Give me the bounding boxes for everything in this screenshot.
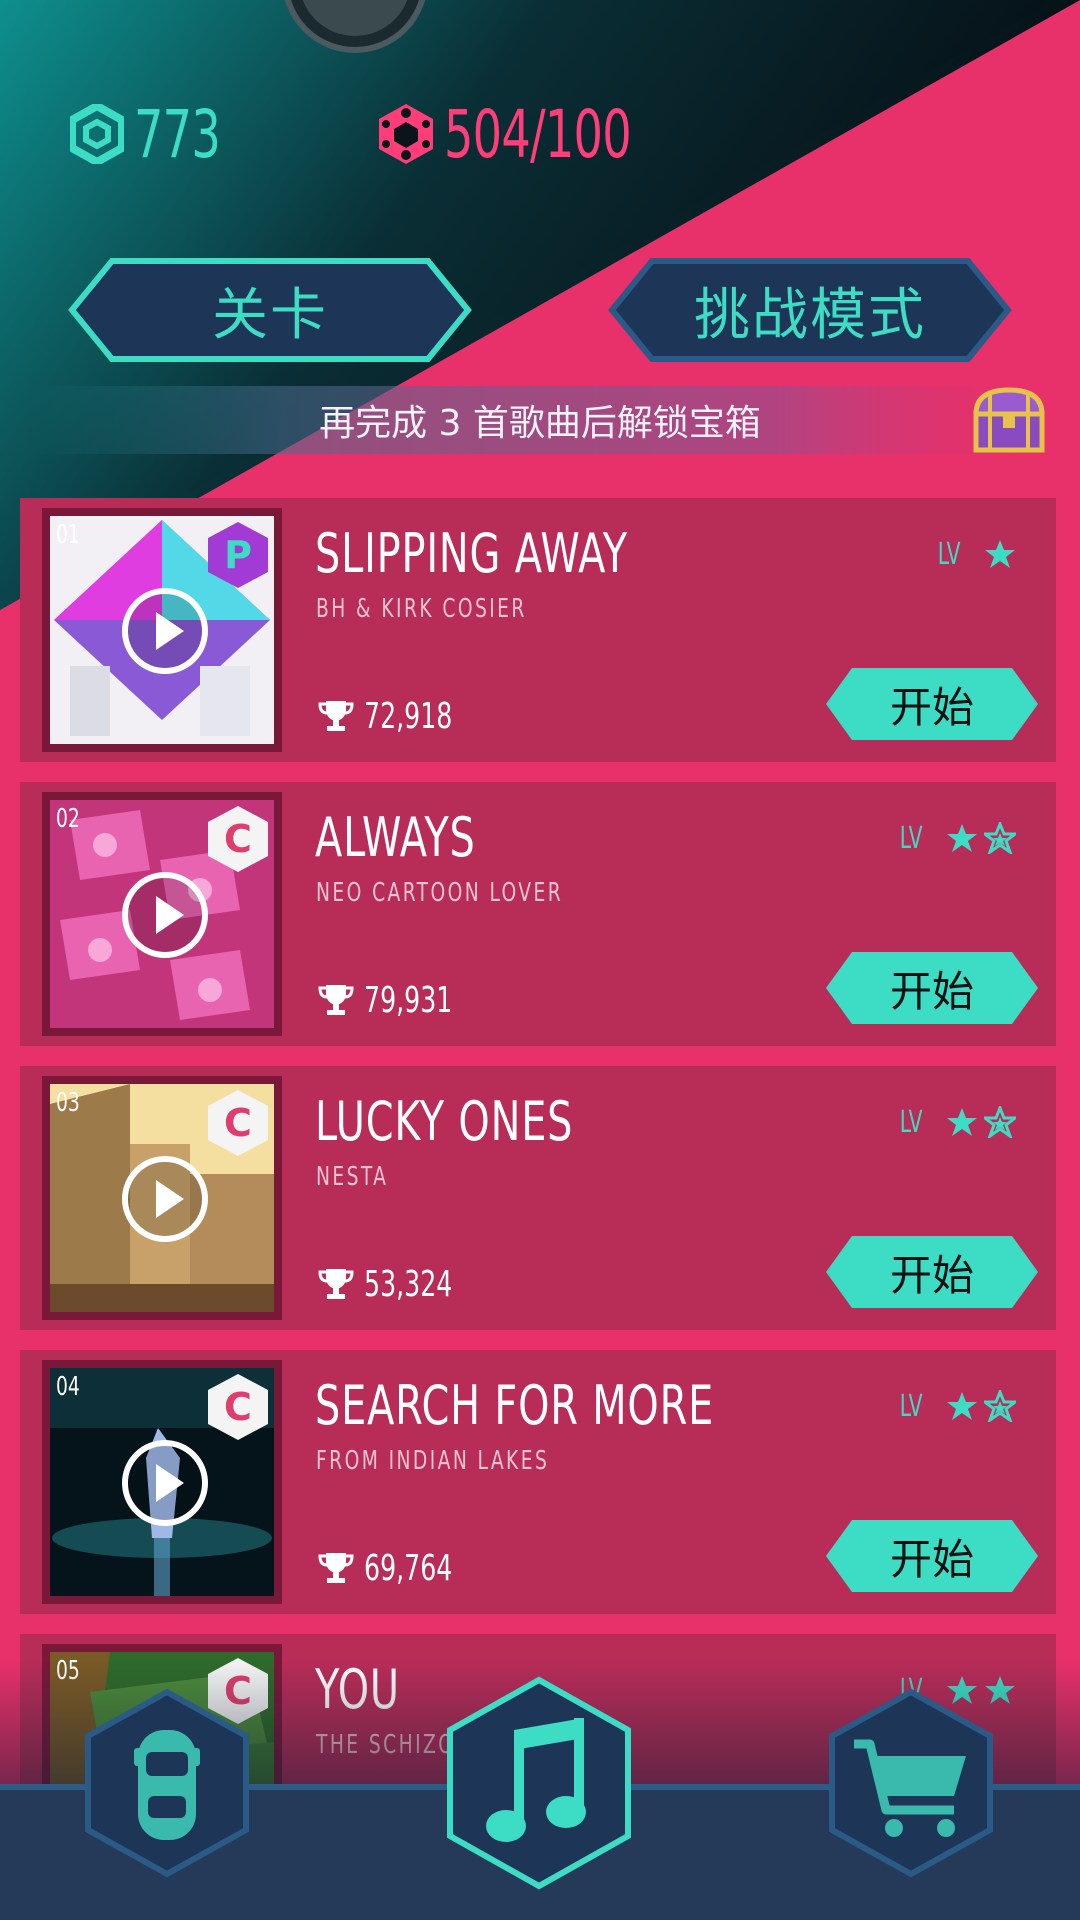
song-cover[interactable]: 02 C <box>42 792 282 1036</box>
cover-art: 04 C <box>50 1368 274 1596</box>
lv-label: LV <box>899 820 923 856</box>
car-icon <box>134 1730 200 1840</box>
song-artist: BH & KIRK COSIER <box>316 594 527 624</box>
nav-garage-button[interactable] <box>82 1688 252 1878</box>
song-artist: FROM INDIAN LAKES <box>316 1446 550 1476</box>
song-card[interactable]: 04 C SEARCH FOR MORE FROM INDIAN LAKES L… <box>20 1350 1056 1614</box>
difficulty-level: LV <box>934 534 1016 574</box>
track-number: 04 <box>56 1372 80 1402</box>
song-cover[interactable]: 01 P <box>42 508 282 752</box>
star-filled-icon <box>947 1108 977 1136</box>
start-button-label: 开始 <box>889 1250 974 1300</box>
tab-challenge-label: 挑战模式 <box>694 282 926 348</box>
gem-count: 773 <box>134 95 221 173</box>
song-title: LUCKY ONES <box>315 1090 574 1153</box>
parts-counter: 504/100 <box>376 95 684 173</box>
score-value: 79,931 <box>364 979 453 1021</box>
treasure-chest-icon[interactable] <box>970 384 1048 456</box>
lv-label: LV <box>899 1388 923 1424</box>
unlock-chest-banner: 再完成 3 首歌曲后解锁宝箱 <box>30 386 1030 454</box>
nav-music-button[interactable] <box>444 1676 634 1890</box>
song-title: ALWAYS <box>315 806 476 869</box>
tab-levels-label: 关卡 <box>212 282 328 348</box>
track-number: 02 <box>56 804 80 834</box>
trophy-icon <box>318 1269 354 1299</box>
track-number: 01 <box>56 520 80 550</box>
song-cover[interactable]: 03 C <box>42 1076 282 1320</box>
song-card[interactable]: 02 C ALWAYS NEO CARTOON LOVER LV 79,931 … <box>20 782 1056 1046</box>
song-artist: NESTA <box>316 1162 389 1192</box>
gem-counter: 773 <box>70 95 244 173</box>
play-preview-icon[interactable] <box>120 1438 210 1528</box>
cover-art: 03 C <box>50 1084 274 1312</box>
song-card[interactable]: 03 C LUCKY ONES NESTA LV 53,324 开始 <box>20 1066 1056 1330</box>
star-outline-icon <box>984 1390 1016 1422</box>
song-title: SLIPPING AWAY <box>315 522 628 585</box>
start-button[interactable]: 开始 <box>824 950 1040 1026</box>
score-value: 69,764 <box>364 1547 453 1589</box>
song-artist: NEO CARTOON LOVER <box>316 878 564 908</box>
start-button-label: 开始 <box>889 682 974 732</box>
difficulty-level: LV <box>896 1386 1016 1426</box>
high-score: 69,764 <box>318 1546 477 1590</box>
cover-art: 01 P <box>50 516 274 744</box>
start-button[interactable]: 开始 <box>824 1234 1040 1310</box>
song-badge-letter: P <box>224 533 252 577</box>
score-value: 72,918 <box>364 695 453 737</box>
song-badge-icon: C <box>208 1374 268 1440</box>
play-preview-icon[interactable] <box>120 1154 210 1244</box>
trophy-icon <box>318 985 354 1015</box>
nav-shop-button[interactable] <box>826 1688 996 1878</box>
tab-challenge-mode[interactable]: 挑战模式 <box>608 257 1012 363</box>
play-preview-icon[interactable] <box>120 586 210 676</box>
tab-levels[interactable]: 关卡 <box>68 257 472 363</box>
high-score: 72,918 <box>318 694 477 738</box>
high-score: 53,324 <box>318 1262 477 1306</box>
lv-label: LV <box>899 1104 923 1140</box>
cover-art: 02 C <box>50 800 274 1028</box>
car-part-icon <box>379 104 433 164</box>
song-title: SEARCH FOR MORE <box>315 1374 715 1437</box>
song-badge-letter: C <box>224 817 252 861</box>
star-filled-icon <box>947 1392 977 1420</box>
song-card[interactable]: 01 P SLIPPING AWAY BH & KIRK COSIER LV 7… <box>20 498 1056 762</box>
parts-count: 504/100 <box>444 95 632 173</box>
trophy-icon <box>318 701 354 731</box>
start-button[interactable]: 开始 <box>824 1518 1040 1594</box>
track-number: 03 <box>56 1088 80 1118</box>
start-button-label: 开始 <box>889 966 974 1016</box>
difficulty-level: LV <box>896 1102 1016 1142</box>
song-badge-letter: C <box>224 1385 252 1429</box>
song-badge-icon: C <box>208 1090 268 1156</box>
star-filled-icon <box>947 824 977 852</box>
profile-avatar[interactable] <box>282 0 428 54</box>
start-button[interactable]: 开始 <box>824 666 1040 742</box>
trophy-icon <box>318 1553 354 1583</box>
song-badge-icon: C <box>208 806 268 872</box>
star-outline-icon <box>984 1106 1016 1138</box>
score-value: 53,324 <box>364 1263 453 1305</box>
hexagon-gem-icon <box>70 104 124 164</box>
lv-label: LV <box>937 536 961 572</box>
difficulty-level: LV <box>896 818 1016 858</box>
unlock-chest-text: 再完成 3 首歌曲后解锁宝箱 <box>319 403 761 444</box>
song-cover[interactable]: 04 C <box>42 1360 282 1604</box>
high-score: 79,931 <box>318 978 477 1022</box>
star-filled-icon <box>985 540 1015 568</box>
star-outline-icon <box>984 822 1016 854</box>
play-preview-icon[interactable] <box>120 870 210 960</box>
start-button-label: 开始 <box>889 1534 974 1584</box>
song-badge-letter: C <box>224 1101 252 1145</box>
song-badge-icon: P <box>208 522 268 588</box>
